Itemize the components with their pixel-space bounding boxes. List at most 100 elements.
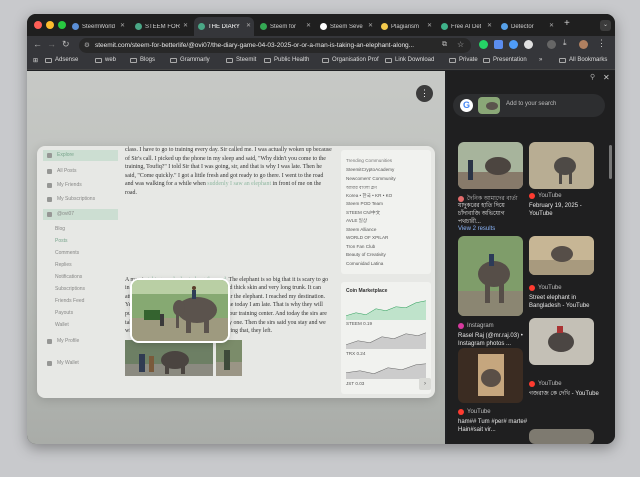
- elephant-photo[interactable]: [125, 339, 213, 376]
- more-options-button[interactable]: ⋮: [416, 85, 433, 102]
- address-bar[interactable]: ⚙ steemit.com/steem-for-betterlife/@ovi0…: [79, 38, 471, 53]
- whatsapp-extension-icon[interactable]: [479, 40, 488, 49]
- community-link[interactable]: AVLE 일상: [346, 218, 367, 224]
- result-image-6[interactable]: [458, 348, 523, 403]
- nav-item-15[interactable]: My Wallet: [43, 358, 118, 369]
- community-link[interactable]: WORLD OF XPILAR: [346, 235, 388, 240]
- apps-grid-icon[interactable]: ⊞: [33, 57, 38, 64]
- reload-icon[interactable]: ↻: [62, 39, 70, 50]
- close-tab-icon[interactable]: ✕: [368, 22, 373, 29]
- community-link[interactable]: Beauty of Creativity: [346, 252, 386, 257]
- scroll-right-button[interactable]: ›: [419, 378, 431, 390]
- community-link[interactable]: আমার বাংলা ব্লগ: [346, 184, 377, 192]
- tab-search-icon[interactable]: ⌄: [600, 20, 611, 31]
- bookmark-1[interactable]: web: [95, 57, 116, 63]
- result-image-4[interactable]: [529, 236, 594, 275]
- profile-avatar[interactable]: [579, 40, 588, 49]
- back-icon[interactable]: ←: [33, 39, 42, 49]
- nav-item-14[interactable]: My Profile: [43, 336, 118, 347]
- result-4-caption[interactable]: Street elephant in Bangladesh - YouTube: [529, 294, 601, 310]
- download-icon[interactable]: ⤓: [563, 38, 572, 47]
- nav-item-1[interactable]: All Posts: [43, 166, 118, 177]
- result-image-7[interactable]: [529, 429, 594, 444]
- result-image-2[interactable]: [529, 142, 594, 189]
- close-tab-icon[interactable]: ✕: [120, 22, 125, 29]
- selected-elephant-image[interactable]: [132, 280, 228, 341]
- bookmark-star-icon[interactable]: ☆: [457, 40, 464, 49]
- close-panel-icon[interactable]: ✕: [603, 73, 610, 82]
- tab-6[interactable]: Plagiarism ✕: [377, 17, 435, 36]
- chrome-extension-icon[interactable]: [524, 40, 533, 49]
- nav-item-9[interactable]: Notifications: [43, 272, 118, 283]
- more-bookmarks-button[interactable]: »: [539, 57, 542, 63]
- bookmark-4[interactable]: Steemit: [226, 57, 256, 63]
- community-link[interactable]: STEEM CN/中文: [346, 210, 380, 216]
- maximize-window-button[interactable]: [58, 21, 66, 29]
- bookmark-8[interactable]: Private: [449, 57, 478, 63]
- tab-7[interactable]: Free AI Det ✕: [437, 17, 495, 36]
- close-tab-icon[interactable]: ✕: [246, 22, 251, 29]
- minimize-window-button[interactable]: [46, 21, 54, 29]
- tab-3[interactable]: THE DIARY ✕: [194, 17, 254, 36]
- street-photo[interactable]: [216, 339, 242, 376]
- nav-item-10[interactable]: Subscriptions: [43, 284, 118, 295]
- open-in-icon[interactable]: ⧉: [442, 41, 447, 49]
- result-6-caption[interactable]: ham## Tum #per# marte# Hain#sait vir...: [458, 418, 530, 434]
- close-window-button[interactable]: [34, 21, 42, 29]
- bookmark-2[interactable]: Blogs: [130, 57, 155, 63]
- tab-1[interactable]: SteemWorld ✕: [68, 17, 128, 36]
- query-thumbnail[interactable]: [478, 97, 500, 114]
- community-link[interactable]: SteemitCryptoAcademy: [346, 167, 394, 172]
- nav-item-4[interactable]: @ovi07: [43, 209, 118, 220]
- nav-item-6[interactable]: Posts: [43, 236, 118, 247]
- close-tab-icon[interactable]: ✕: [549, 22, 554, 29]
- community-link[interactable]: Steem Alliance: [346, 227, 376, 232]
- nav-item-11[interactable]: Friends Feed: [43, 296, 118, 307]
- close-tab-icon[interactable]: ✕: [427, 22, 432, 29]
- bookmark-7[interactable]: Link Download: [385, 57, 434, 63]
- bookmark-3[interactable]: Grammarly: [170, 57, 210, 63]
- tab-4[interactable]: Steem for ✕: [256, 17, 314, 36]
- bookmark-9[interactable]: Presentation: [483, 57, 527, 63]
- extensions-puzzle-icon[interactable]: [547, 40, 556, 49]
- result-image-1[interactable]: [458, 142, 523, 189]
- community-link[interactable]: Korea • 한국 • KR • KO: [346, 193, 392, 199]
- community-link[interactable]: Newcomers' Community: [346, 176, 396, 181]
- community-link[interactable]: Tron Fan Club: [346, 244, 375, 249]
- view-results-link[interactable]: View 2 results: [458, 225, 495, 233]
- nav-item-3[interactable]: My Subscriptions: [43, 194, 118, 205]
- bookmark-5[interactable]: Public Health: [264, 57, 309, 63]
- extension-icon[interactable]: [494, 40, 503, 49]
- new-tab-button[interactable]: +: [564, 18, 570, 29]
- result-5-caption[interactable]: গজরাজ কে দেখি - YouTube: [529, 390, 601, 398]
- bookmark-6[interactable]: Organisation Prof: [322, 57, 379, 63]
- tab-2[interactable]: STEEM FOR ✕: [131, 17, 191, 36]
- tab-5[interactable]: Steem Seve ✕: [316, 17, 376, 36]
- community-link[interactable]: Steem POD Team: [346, 201, 383, 206]
- close-tab-icon[interactable]: ✕: [306, 22, 311, 29]
- nav-item-5[interactable]: Blog: [43, 224, 118, 235]
- tab-8[interactable]: Detector ✕: [497, 17, 557, 36]
- nav-item-0[interactable]: Explore: [43, 150, 118, 161]
- nav-item-2[interactable]: My Friends: [43, 180, 118, 191]
- grammarly-extension-icon[interactable]: [509, 40, 518, 49]
- result-3-caption[interactable]: Rasel Raj (@mr.raj.03) • Instagram photo…: [458, 332, 528, 348]
- result-image-3[interactable]: [458, 236, 523, 316]
- close-tab-icon[interactable]: ✕: [183, 22, 188, 29]
- all-bookmarks-button[interactable]: All Bookmarks: [559, 57, 607, 63]
- nav-item-8[interactable]: Replies: [43, 260, 118, 271]
- nav-item-13[interactable]: Wallet: [43, 320, 118, 331]
- pin-icon[interactable]: ⚲: [590, 73, 595, 81]
- bookmark-0[interactable]: Adsense: [45, 57, 78, 63]
- site-settings-icon[interactable]: ⚙: [84, 38, 90, 53]
- result-2-caption[interactable]: February 19, 2025 - YouTube: [529, 202, 601, 218]
- community-link[interactable]: Comunidad Latina: [346, 261, 383, 266]
- result-image-5[interactable]: [529, 318, 594, 365]
- result-1-caption[interactable]: যাদুকরের হাতি দিয়ে চাঁদাবাজি অভিযোগ পথচ…: [458, 202, 526, 226]
- menu-kebab-icon[interactable]: ⋮: [597, 38, 606, 48]
- panel-scrollbar[interactable]: [609, 145, 612, 179]
- forward-icon[interactable]: →: [47, 39, 56, 49]
- close-tab-icon[interactable]: ✕: [487, 22, 492, 29]
- nav-item-7[interactable]: Comments: [43, 248, 118, 259]
- lens-search-bar[interactable]: G Add to your search: [453, 94, 605, 117]
